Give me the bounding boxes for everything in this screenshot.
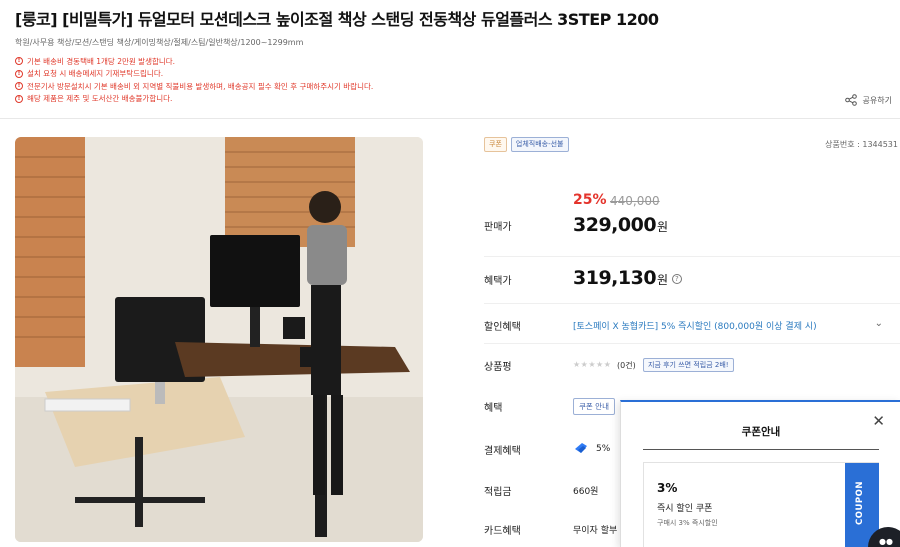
rating-stars-icon: ★★★★★ [573,360,612,369]
coupon-card[interactable]: 3% 즉시 할인 쿠폰 구매시 3% 즉시할인 COUPON [643,462,879,547]
toss-pay-icon [575,443,587,453]
original-price: 440,000 [610,194,660,208]
discount-rate: 25% [573,192,607,208]
category-path: 학원/사무용 책상/모션/스탠딩 책상/게이밍책상/절제/스팀/일반책상/120… [15,38,304,47]
notice-item: ! 전문기사 방문설치시 기본 배송비 외 지역별 직불비용 발생하며, 배송공지… [15,80,373,93]
divider [643,449,879,450]
share-icon [844,94,857,106]
card-benefit-value[interactable]: 무이자 할부 [573,523,617,536]
coupon-description: 구매시 3% 즉시할인 [657,519,718,527]
review-label: 상품평 [484,362,512,373]
share-button[interactable]: 공유하기 [844,94,892,106]
benefit-label: 혜택 [484,403,503,414]
coupon-badge: 쿠폰 [484,137,507,152]
benefit-price-label: 혜택가 [484,276,512,287]
discount-benefit-label: 할인혜택 [484,322,521,333]
share-label: 공유하기 [862,95,892,105]
product-photo[interactable] [15,137,423,542]
shipping-badge: 업체직배송-선불 [510,137,569,152]
close-icon[interactable]: ✕ [872,414,885,429]
chat-icon: ●● [879,537,893,546]
notice-item: ! 해당 제품은 제주 및 도서산간 배송불가합니다. [15,93,373,106]
popup-title: 쿠폰안내 [741,426,781,438]
info-icon: ! [15,94,23,103]
sale-price: 329,000원 [573,214,668,236]
discount-benefit-value[interactable]: [토스페이 X 농협카드] 5% 즉시할인 (800,000원 이상 결제 시) [573,319,817,332]
payment-benefit-label: 결제혜택 [484,446,521,457]
review-reward-tip: 지금 후기 쓰면 적립금 2배! [643,358,734,372]
sale-price-label: 판매가 [484,222,512,233]
review-count[interactable]: (0건) [617,360,636,371]
points-value: 660원 [573,487,599,497]
notice-item: ! 기본 배송비 경동택배 1개당 2만원 발생합니다. [15,55,373,68]
divider [0,118,900,119]
info-icon: ! [15,82,23,91]
card-benefit-label: 카드혜택 [484,526,521,537]
notice-list: ! 기본 배송비 경동택배 1개당 2만원 발생합니다. ! 설치 요청 시 배송메… [15,55,373,105]
divider [484,303,900,304]
coupon-percent: 3% [657,481,678,495]
coupon-guide-popup: 쿠폰안내 ✕ 3% 즉시 할인 쿠폰 구매시 3% 즉시할인 COUPON [620,400,900,547]
divider [484,343,900,344]
product-badges: 쿠폰 업체직배송-선불 [484,137,569,152]
product-title: [룽코] [비밀특가] 듀얼모터 모션데스크 높이조절 책상 스탠딩 전동책상 … [15,10,659,29]
chevron-down-icon[interactable]: ⌄ [875,318,883,329]
notice-item: ! 설치 요청 시 배송메세지 기재부탁드립니다. [15,68,373,81]
info-icon: ! [15,57,23,66]
coupon-name: 즉시 할인 쿠폰 [657,504,713,514]
info-icon: ! [15,69,23,78]
payment-benefit-percent: 5% [596,444,611,454]
coupon-guide-button[interactable]: 쿠폰 안내 [573,398,615,415]
divider [484,256,900,257]
points-label: 적립금 [484,487,512,498]
help-icon[interactable]: ? [671,273,682,284]
product-photo-illustration [15,137,423,542]
product-code: 상품번호 : 1344531 [825,140,898,149]
benefit-price: 319,130원? [573,267,682,289]
coupon-tab-label: COUPON [855,481,865,525]
